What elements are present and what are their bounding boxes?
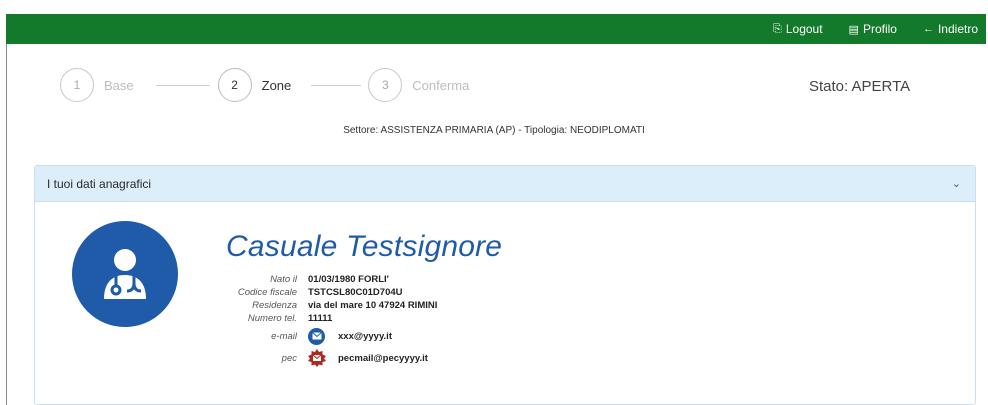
step-conferma[interactable]: 3 Conferma	[368, 68, 469, 102]
step-number: 1	[60, 68, 94, 102]
residenza-value: via del mare 10 47924 RIMINI	[308, 300, 438, 311]
step-label: Base	[104, 77, 134, 93]
wizard-steps: 1 Base 2 Zone 3 Conferma	[60, 66, 469, 104]
step-zone[interactable]: 2 Zone	[217, 68, 292, 102]
detail-row: e-mail xxx@yyyy.it	[205, 325, 437, 347]
pec-value[interactable]: pecmail@pecyyyy.it	[338, 353, 428, 364]
logout-link[interactable]: ⎘ Logout	[773, 22, 823, 36]
chevron-down-icon[interactable]: ⌄	[952, 177, 961, 190]
arrow-left-icon: ←	[922, 23, 934, 35]
envelope-icon	[308, 327, 325, 345]
anagrafica-panel: I tuoi dati anagrafici ⌄ Casuale Testsig…	[34, 165, 976, 405]
profilo-label: Profilo	[862, 22, 897, 36]
logout-label: Logout	[785, 22, 823, 36]
step-connector	[311, 84, 362, 86]
residenza-label: Residenza	[252, 300, 297, 311]
pec-label: pec	[281, 352, 297, 364]
profilo-link[interactable]: ▤ Profilo	[849, 22, 897, 36]
indietro-link[interactable]: ← Indietro	[923, 22, 978, 36]
panel-header[interactable]: I tuoi dati anagrafici ⌄	[35, 166, 975, 202]
user-name: Casuale Testsignore	[226, 230, 503, 263]
pec-seal-icon	[308, 349, 326, 367]
step-connector	[155, 84, 210, 86]
detail-row: Nato il 01/03/1980 FORLI'	[205, 273, 437, 286]
user-details: Nato il 01/03/1980 FORLI' Codice fiscale…	[205, 273, 437, 369]
email-label: e-mail	[271, 330, 297, 342]
birth-label: Nato il	[270, 274, 297, 285]
id-card-icon: ▤	[848, 23, 859, 36]
step-label: Zone	[261, 77, 292, 93]
status-text: Stato: APERTA	[809, 78, 911, 95]
settore-text: Settore: ASSISTENZA PRIMARIA (AP) - Tipo…	[343, 125, 645, 136]
doctor-icon	[72, 221, 178, 327]
frame-border	[6, 44, 7, 405]
cf-value: TSTCSL80C01D704U	[308, 287, 403, 298]
email-value[interactable]: xxx@yyyy.it	[338, 331, 392, 342]
step-number: 2	[217, 68, 252, 102]
birth-value: 01/03/1980 FORLI'	[308, 274, 389, 285]
step-number: 3	[368, 68, 403, 102]
step-label: Conferma	[412, 77, 470, 93]
indietro-label: Indietro	[937, 22, 978, 36]
top-navbar: ⎘ Logout ▤ Profilo ← Indietro	[6, 14, 986, 44]
tel-value: 11111	[308, 313, 333, 324]
detail-row: Numero tel. 11111	[205, 312, 437, 325]
detail-row: pec pecmail@pecyyyy.it	[205, 347, 437, 369]
cf-label: Codice fiscale	[237, 287, 297, 298]
panel-title: I tuoi dati anagrafici	[47, 176, 152, 191]
step-base[interactable]: 1 Base	[60, 68, 134, 102]
logout-icon: ⎘	[773, 22, 782, 35]
tel-label: Numero tel.	[247, 313, 297, 324]
detail-row: Codice fiscale TSTCSL80C01D704U	[205, 286, 437, 299]
detail-row: Residenza via del mare 10 47924 RIMINI	[205, 299, 437, 312]
